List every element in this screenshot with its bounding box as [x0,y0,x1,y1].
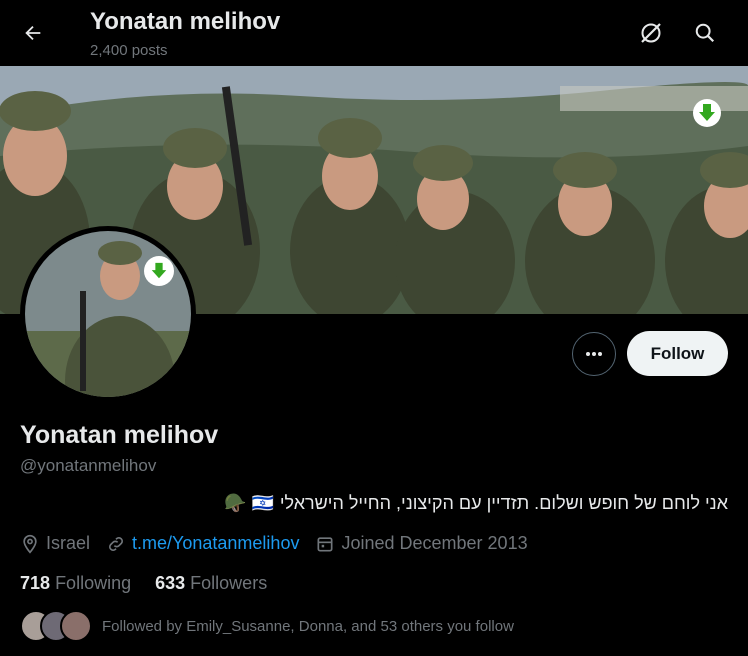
back-button[interactable] [14,14,52,52]
top-bar: Yonatan melihov 2,400 posts [0,0,748,66]
profile-handle: @yonatanmelihov [20,456,157,475]
location: Israel [20,533,90,554]
calendar-icon [317,536,333,551]
followed-by[interactable]: Followed by Emily_Susanne, Donna, and 53… [20,610,514,642]
bio-emoji: 🪖 🇮🇱 [224,493,274,513]
profile-bio: אני לוחם של חופש ושלום. תזדיין עם הקיצונ… [224,493,728,514]
more-button[interactable] [572,332,616,376]
website-link[interactable]: t.me/Yonatanmelihov [132,533,299,554]
website: t.me/Yonatanmelihov [106,533,299,554]
page-title: Yonatan melihov [90,8,281,35]
link-icon [109,536,123,551]
followers-label: Followers [190,573,268,593]
join-date-text: Joined December 2013 [341,533,528,553]
more-icon [586,352,602,356]
profile-meta: Israel t.me/Yonatanmelihov Joined Decemb… [20,533,544,554]
follower-avatar [60,610,92,642]
download-arrow-icon [699,104,715,121]
location-text: Israel [46,533,91,553]
followed-by-text: Followed by Emily_Susanne, Donna, and 53… [102,617,514,635]
back-arrow-icon [25,25,41,41]
avatar-photo [25,231,191,397]
avatar[interactable] [20,226,196,402]
post-count: 2,400 posts [90,42,168,59]
following-count: 718 [20,573,51,593]
download-arrow-icon [151,262,167,279]
profile-name: Yonatan melihov [20,421,219,449]
search-button[interactable] [686,14,724,52]
follow-button[interactable]: Follow [627,331,728,376]
follow-stats: 718 Following 633 Followers [20,573,267,594]
join-date: Joined December 2013 [315,533,528,554]
following-link[interactable]: 718 Following [20,573,131,594]
bio-text: אני לוחם של חופש ושלום. תזדיין עם הקיצונ… [279,493,728,513]
followers-link[interactable]: 633 Followers [155,573,267,594]
grok-icon [641,23,661,43]
search-icon [695,23,715,43]
grok-button[interactable] [632,14,670,52]
location-icon [23,534,37,554]
followers-count: 633 [155,573,186,593]
avatar-download-badge [144,256,174,286]
following-label: Following [55,573,132,593]
